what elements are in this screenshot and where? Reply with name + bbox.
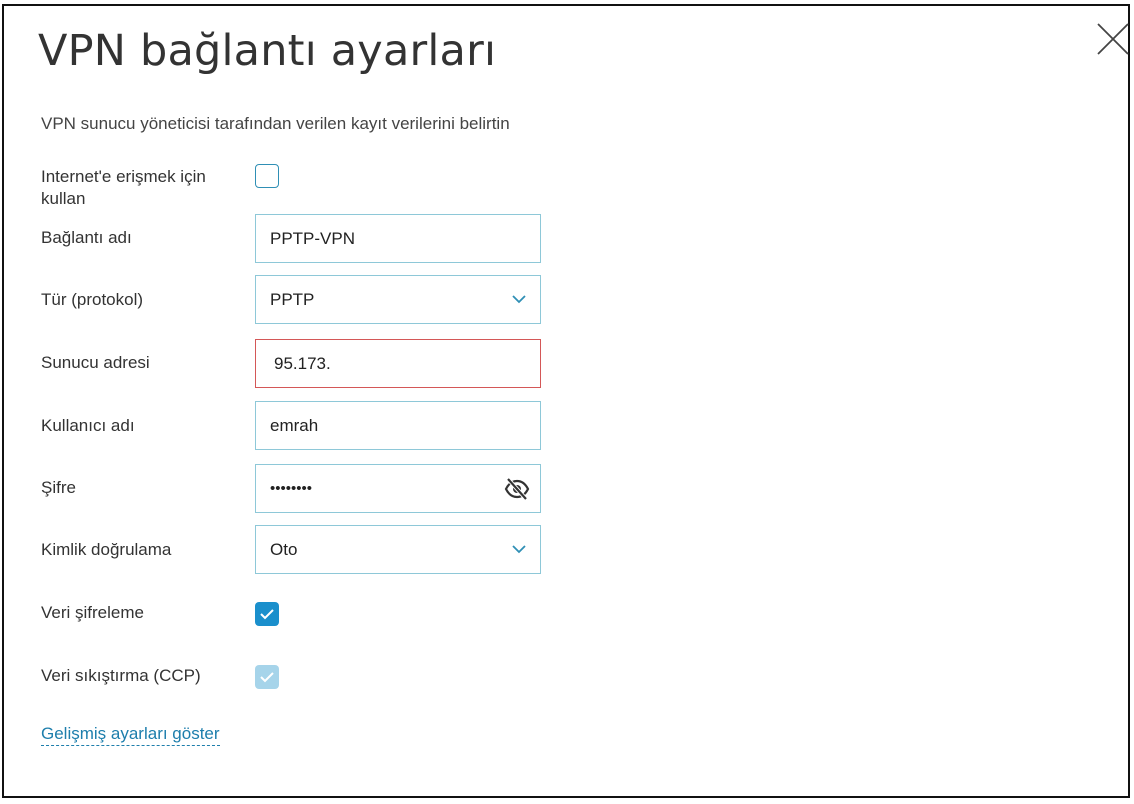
data-encryption-label: Veri şifreleme: [41, 603, 144, 622]
authentication-label: Kimlik doğrulama: [41, 540, 172, 559]
password-input[interactable]: ••••••••: [255, 464, 541, 513]
close-icon[interactable]: [1096, 22, 1130, 56]
connection-name-label: Bağlantı adı: [41, 228, 132, 247]
server-address-label: Sunucu adresi: [41, 353, 150, 372]
show-advanced-settings-link[interactable]: Gelişmiş ayarları göster: [41, 723, 220, 746]
vpn-settings-dialog: VPN bağlantı ayarları VPN sunucu yönetic…: [2, 4, 1130, 798]
data-encryption-checkbox[interactable]: [255, 602, 279, 626]
close-button[interactable]: [1096, 22, 1130, 56]
dialog-subtitle: VPN sunucu yöneticisi tarafından verilen…: [41, 114, 510, 133]
authentication-value: Oto: [270, 539, 298, 559]
chevron-down-icon: [512, 295, 526, 304]
username-input[interactable]: emrah: [255, 401, 541, 450]
internet-access-label: Internet'e erişmek için kullan: [41, 167, 206, 208]
server-address-input[interactable]: 95.173.: [255, 339, 541, 388]
protocol-label: Tür (protokol): [41, 290, 144, 309]
checkmark-icon: [260, 672, 274, 683]
internet-access-checkbox[interactable]: [255, 164, 279, 188]
data-compression-label: Veri sıkıştırma (CCP): [41, 666, 201, 685]
eye-off-icon[interactable]: [504, 477, 530, 501]
connection-name-input[interactable]: PPTP-VPN: [255, 214, 541, 263]
connection-name-value: PPTP-VPN: [270, 228, 356, 248]
username-label: Kullanıcı adı: [41, 416, 135, 435]
dialog-title: VPN bağlantı ayarları: [38, 26, 497, 76]
username-value: emrah: [270, 415, 319, 435]
authentication-select[interactable]: Oto: [255, 525, 541, 574]
password-masked-value: ••••••••: [270, 480, 313, 497]
password-label: Şifre: [41, 478, 76, 497]
server-address-value: 95.173.: [274, 353, 331, 373]
protocol-select[interactable]: PPTP: [255, 275, 541, 324]
checkmark-icon: [260, 609, 274, 620]
data-compression-checkbox[interactable]: [255, 665, 279, 689]
chevron-down-icon: [512, 545, 526, 554]
protocol-value: PPTP: [270, 289, 315, 309]
